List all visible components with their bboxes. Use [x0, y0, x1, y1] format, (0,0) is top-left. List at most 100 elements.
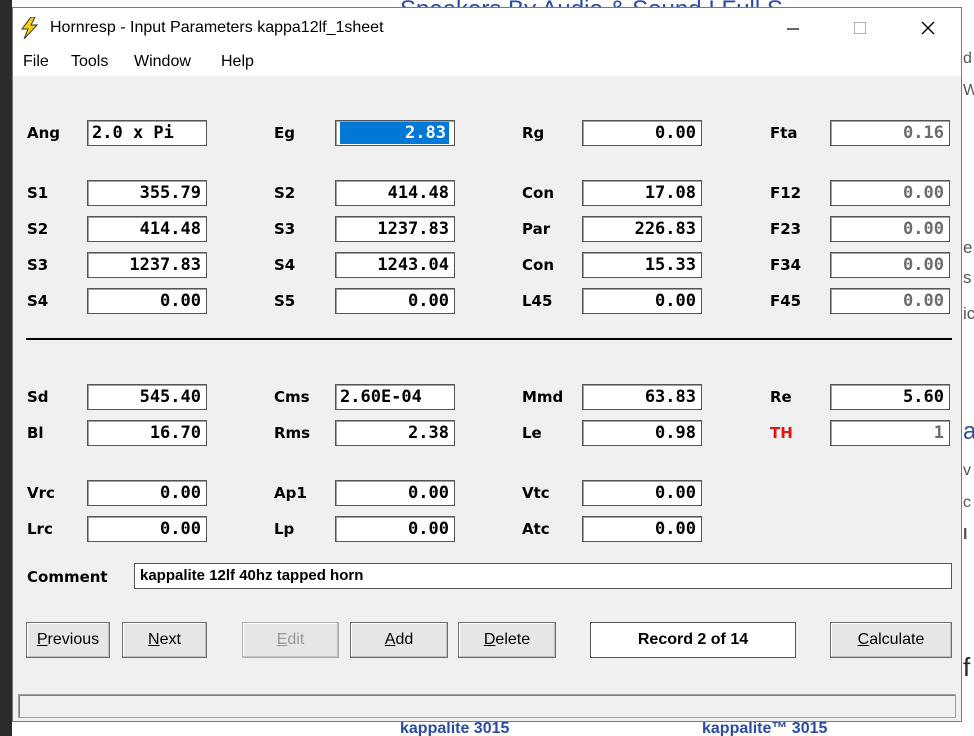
close-icon: [921, 21, 935, 35]
param-field-cms[interactable]: 2.60E-04: [335, 384, 455, 410]
param-field-lp[interactable]: 0.00: [335, 516, 455, 542]
param-field-sd[interactable]: 545.40: [87, 384, 207, 410]
calculate-button[interactable]: Calculate: [830, 622, 952, 658]
status-bar: [18, 694, 956, 718]
webpage-link[interactable]: kappalite 3015: [400, 720, 509, 736]
bg-text-fragment: e: [963, 238, 973, 257]
param-field-mmd[interactable]: 63.83: [582, 384, 702, 410]
menu-help[interactable]: Help: [221, 53, 254, 71]
next-button[interactable]: Next: [122, 622, 207, 658]
param-label-f45: F45: [770, 292, 802, 310]
param-label-cms: Cms: [274, 388, 310, 406]
param-label-s2: S2: [274, 184, 296, 202]
edit-label-rest: dit: [287, 631, 305, 648]
param-label-s3: S3: [274, 220, 296, 238]
delete-label-rest: elete: [495, 631, 531, 648]
param-label-s4: S4: [274, 256, 296, 274]
comment-field[interactable]: kappalite 12lf 40hz tapped horn: [134, 563, 952, 589]
edit-button: Edit: [242, 622, 339, 658]
param-label-l45: L45: [522, 292, 553, 310]
param-field-f34: 0.00: [830, 252, 950, 278]
param-label-fta: Fta: [770, 124, 798, 142]
delete-button[interactable]: Delete: [458, 622, 556, 658]
param-field-eg[interactable]: 2.83: [335, 120, 455, 146]
add-label-rest: dd: [395, 631, 414, 648]
maximize-icon: [854, 22, 866, 34]
param-label-s2: S2: [27, 220, 49, 238]
param-field-atc[interactable]: 0.00: [582, 516, 702, 542]
param-label-lrc: Lrc: [27, 520, 53, 538]
input-parameters-window: Hornresp - Input Parameters kappa12lf_1s…: [12, 7, 962, 722]
previous-button[interactable]: Previous: [26, 622, 110, 658]
param-field-ap1[interactable]: 0.00: [335, 480, 455, 506]
close-button[interactable]: [893, 8, 963, 48]
param-label-f12: F12: [770, 184, 802, 202]
param-label-th: TH: [770, 424, 793, 442]
menu-window[interactable]: Window: [134, 53, 191, 71]
param-label-f23: F23: [770, 220, 802, 238]
calculate-label-rest: alculate: [869, 631, 925, 648]
param-field-s4[interactable]: 0.00: [87, 288, 207, 314]
param-label-sd: Sd: [27, 388, 49, 406]
param-label-s1: S1: [27, 184, 49, 202]
param-field-f23: 0.00: [830, 216, 950, 242]
param-field-lrc[interactable]: 0.00: [87, 516, 207, 542]
menu-tools[interactable]: Tools: [71, 53, 108, 71]
param-field-con[interactable]: 15.33: [582, 252, 702, 278]
param-label-con: Con: [522, 256, 554, 274]
param-field-vrc[interactable]: 0.00: [87, 480, 207, 506]
param-field-s1[interactable]: 355.79: [87, 180, 207, 206]
lightning-bolt-icon: [21, 17, 39, 39]
param-field-vtc[interactable]: 0.00: [582, 480, 702, 506]
param-label-mmd: Mmd: [522, 388, 564, 406]
minimize-icon: [787, 28, 799, 30]
param-label-re: Re: [770, 388, 792, 406]
param-field-par[interactable]: 226.83: [582, 216, 702, 242]
param-label-ap1: Ap1: [274, 484, 307, 502]
param-field-s5[interactable]: 0.00: [335, 288, 455, 314]
bg-text-fragment: v: [963, 462, 971, 479]
record-counter: Record 2 of 14: [590, 622, 796, 658]
param-label-s3: S3: [27, 256, 49, 274]
title-bar[interactable]: Hornresp - Input Parameters kappa12lf_1s…: [13, 8, 961, 48]
param-label-s4: S4: [27, 292, 49, 310]
bg-text-fragment: f: [963, 652, 971, 682]
param-label-le: Le: [522, 424, 542, 442]
param-field-s3[interactable]: 1237.83: [87, 252, 207, 278]
desktop-edge: [0, 0, 12, 736]
param-label-s5: S5: [274, 292, 296, 310]
parameters-panel: Ang 2.0 x Pi Eg 2.83 Rg 0.00 Fta 0.16 S1 355.79 S2…: [13, 76, 961, 689]
menu-file[interactable]: File: [23, 53, 49, 71]
param-field-rg[interactable]: 0.00: [582, 120, 702, 146]
param-label-vrc: Vrc: [27, 484, 55, 502]
param-label-rg: Rg: [522, 124, 545, 142]
add-button[interactable]: Add: [350, 622, 448, 658]
menu-bar: File Tools Window Help: [13, 48, 961, 76]
param-label-vtc: Vtc: [522, 484, 550, 502]
param-field-fta: 0.16: [830, 120, 950, 146]
bg-text-fragment: W: [963, 82, 974, 99]
maximize-button[interactable]: [825, 8, 895, 48]
param-field-th: 1: [830, 420, 950, 446]
webpage-link[interactable]: kappalite™ 3015: [702, 720, 827, 736]
param-field-s2[interactable]: 414.48: [87, 216, 207, 242]
param-field-re[interactable]: 5.60: [830, 384, 950, 410]
bg-text-fragment: s: [963, 268, 972, 287]
param-label-par: Par: [522, 220, 551, 238]
param-field-con[interactable]: 17.08: [582, 180, 702, 206]
previous-label-rest: revious: [47, 631, 100, 648]
param-label-con: Con: [522, 184, 554, 202]
param-field-ang[interactable]: 2.0 x Pi: [87, 120, 207, 146]
next-label-rest: ext: [159, 631, 181, 648]
param-field-s4[interactable]: 1243.04: [335, 252, 455, 278]
param-field-l45[interactable]: 0.00: [582, 288, 702, 314]
param-field-le[interactable]: 0.98: [582, 420, 702, 446]
param-label-eg: Eg: [274, 124, 295, 142]
param-field-f45: 0.00: [830, 288, 950, 314]
param-field-bl[interactable]: 16.70: [87, 420, 207, 446]
param-field-s3[interactable]: 1237.83: [335, 216, 455, 242]
param-field-s2[interactable]: 414.48: [335, 180, 455, 206]
comment-label: Comment: [27, 568, 108, 586]
param-field-rms[interactable]: 2.38: [335, 420, 455, 446]
minimize-button[interactable]: [758, 8, 828, 48]
